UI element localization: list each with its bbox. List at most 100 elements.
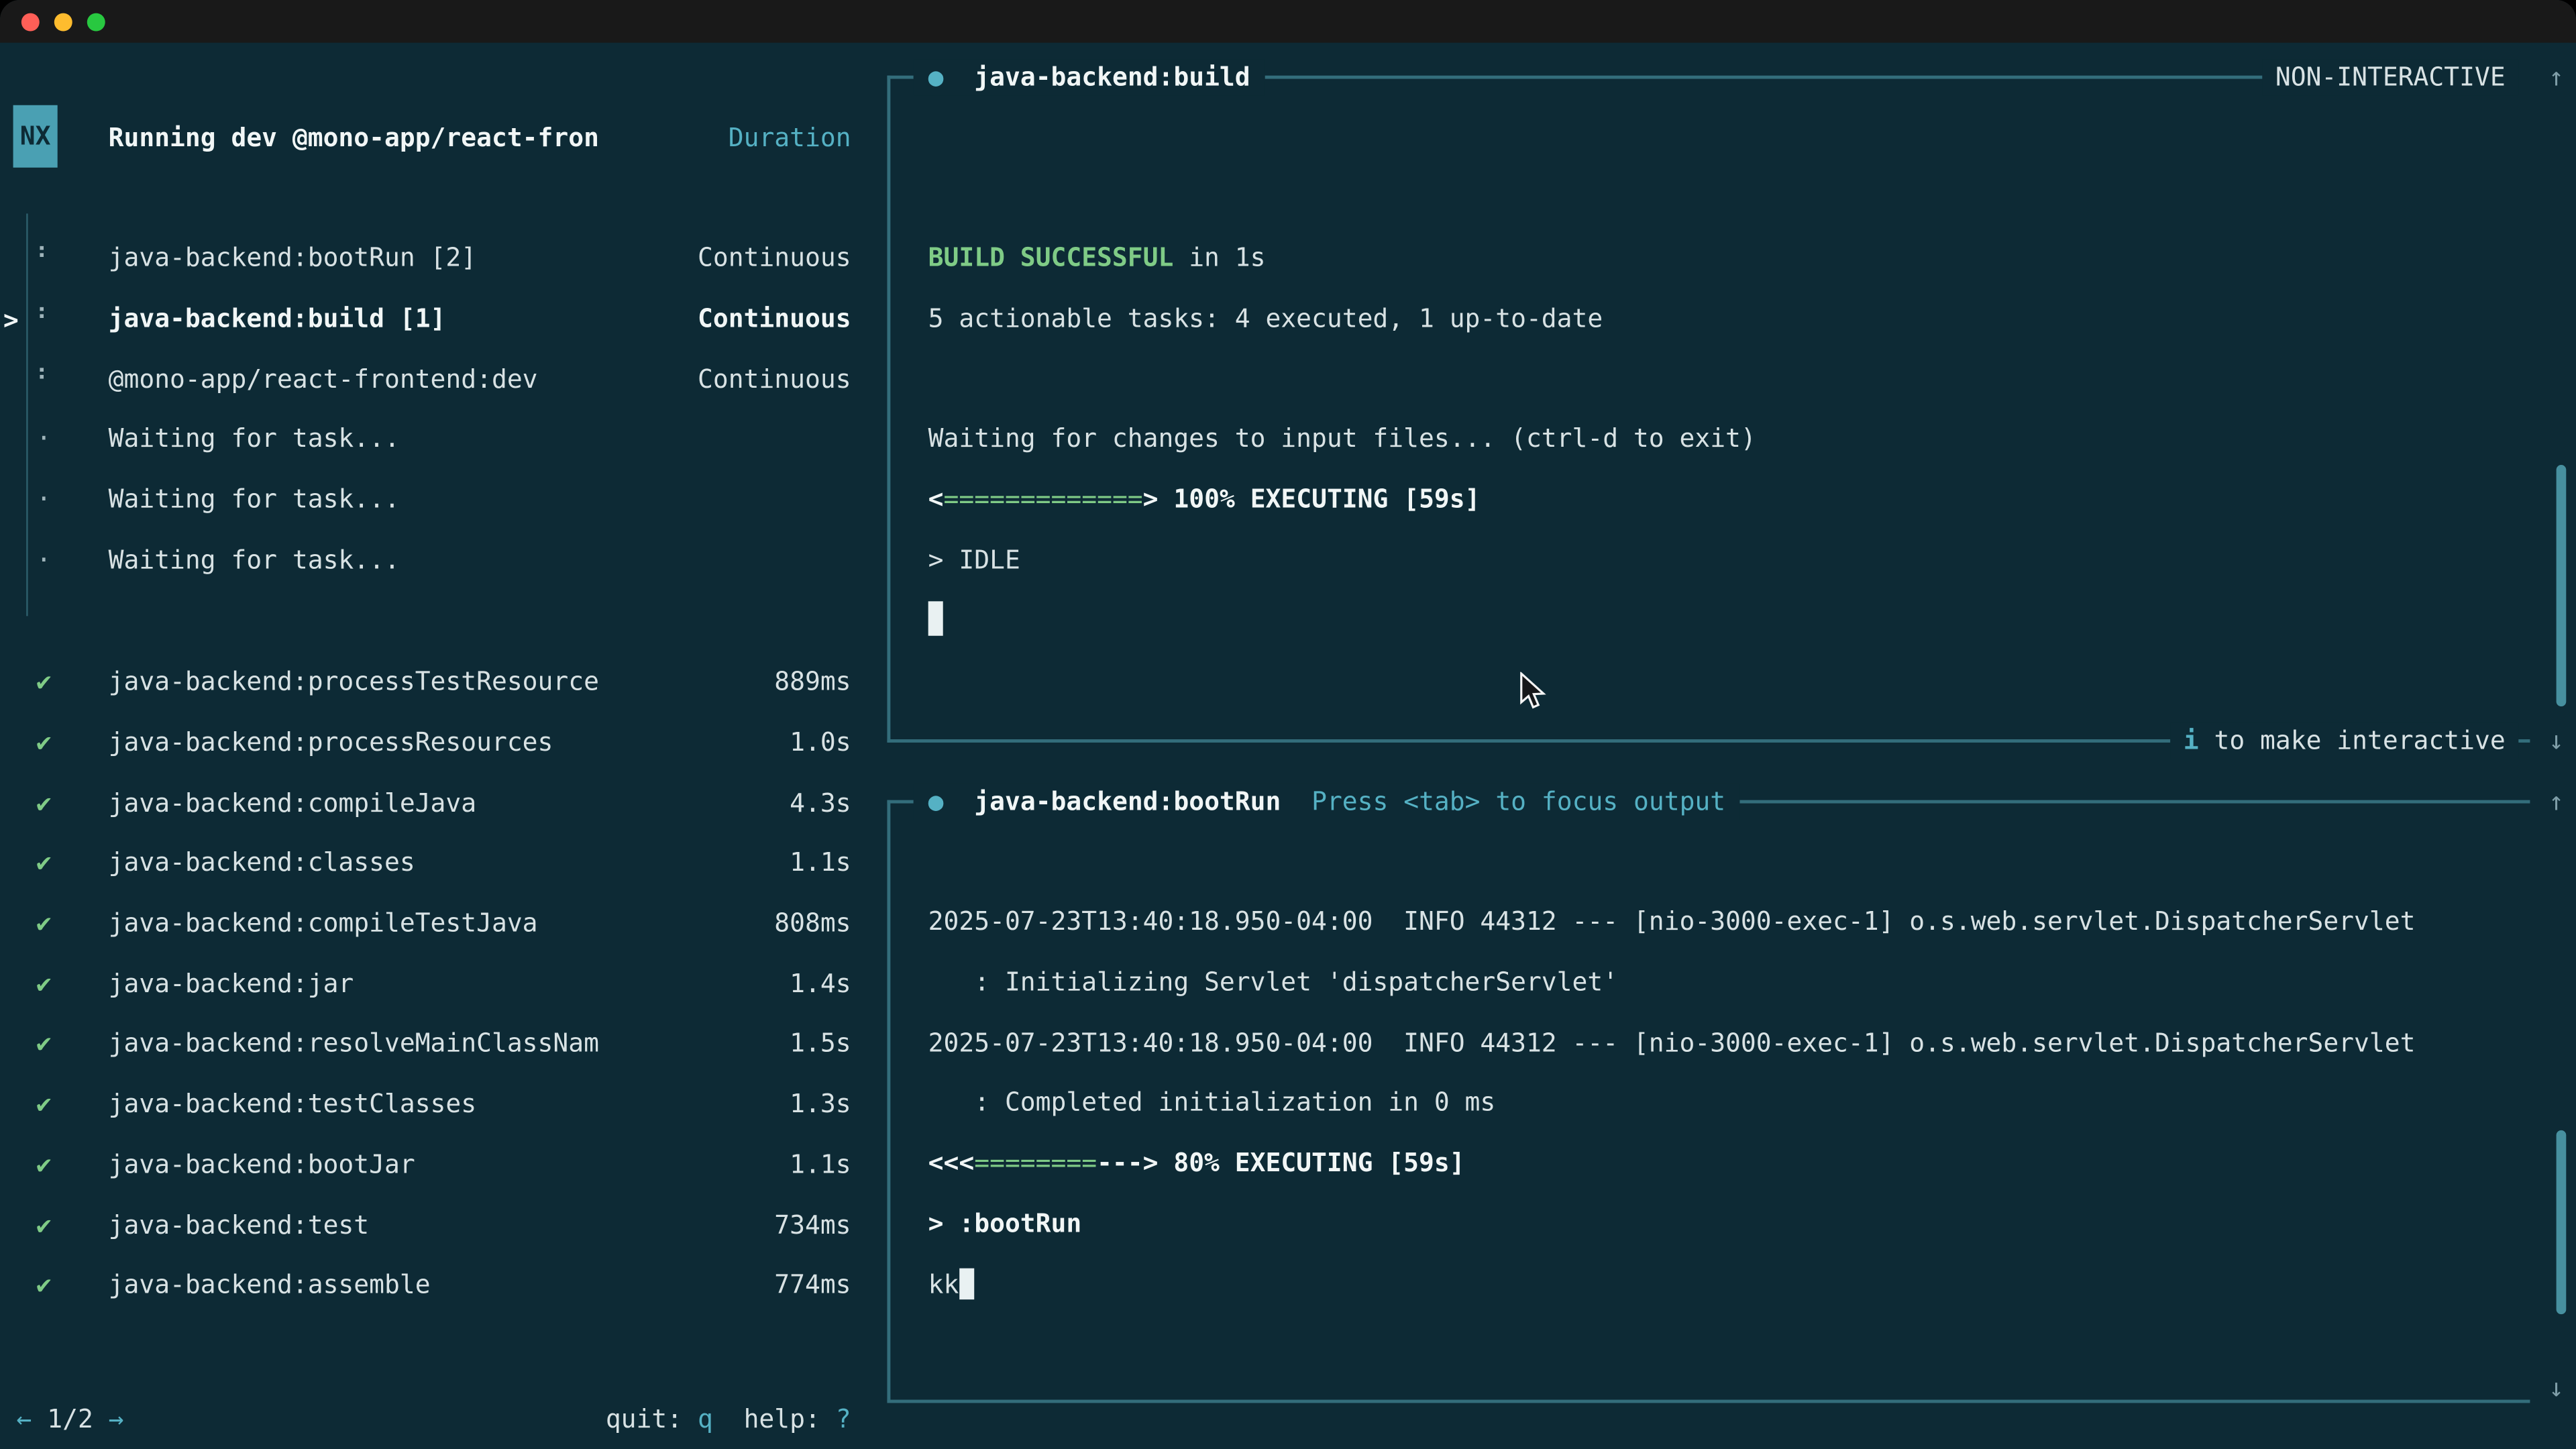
task-row[interactable]: · Waiting for task... (0, 409, 871, 470)
task-row[interactable]: ✔ java-backend:bootJar 1.1s (0, 1134, 871, 1195)
quit-key: q (698, 1405, 713, 1434)
task-label: java-backend:jar (109, 969, 354, 998)
help-label: help: (713, 1405, 836, 1434)
keyboard-hints: quit: q help: ? (606, 1401, 851, 1438)
progress-open: < (928, 484, 944, 514)
build-waiting-line: Waiting for changes to input files... (c… (928, 422, 1756, 456)
task-label: java-backend:resolveMainClassNam (109, 1029, 599, 1059)
task-label: java-backend:classes (109, 849, 415, 878)
build-idle-line: > IDLE (928, 544, 1020, 578)
task-row[interactable]: ⠃ java-backend:bootRun [2] Continuous (0, 228, 871, 288)
build-progress-line: <=============> 100% EXECUTING [59s] (928, 483, 1481, 517)
bootrun-input-line[interactable]: kk (928, 1269, 974, 1303)
task-label: java-backend:bootJar (109, 1150, 415, 1179)
spinner-icon: ⠃ (36, 364, 55, 394)
scroll-up-icon[interactable]: ↑ (2538, 784, 2575, 820)
task-label: java-backend:compileJava (109, 788, 476, 818)
task-row[interactable]: ✔ java-backend:classes 1.1s (0, 833, 871, 894)
typed-input: kk (928, 1270, 959, 1299)
bootrun-progress-line: <<<========---> 80% EXECUTING [59s] (928, 1146, 1465, 1181)
sidebar-footer: ← 1/2 → quit: q help: ? (0, 1401, 871, 1438)
check-icon: ✔ (36, 849, 52, 878)
progress-open: <<< (928, 1148, 975, 1178)
pagination: ← 1/2 → (16, 1401, 123, 1438)
build-panel-border-left (887, 76, 890, 743)
bootrun-panel-border-bottom (887, 1400, 2530, 1403)
task-row[interactable]: ✔ java-backend:resolveMainClassNam 1.5s (0, 1014, 871, 1074)
running-task-list: ⠃ java-backend:bootRun [2] Continuous ⠃ … (0, 228, 871, 590)
scroll-down-icon[interactable]: ↓ (2538, 1370, 2575, 1406)
check-icon: ✔ (36, 1210, 52, 1240)
check-icon: ✔ (36, 909, 52, 938)
task-label: @mono-app/react-frontend:dev (109, 364, 538, 394)
bootrun-panel-title-text: java-backend:bootRun (974, 787, 1281, 816)
progress-tail: ---> (1097, 1148, 1158, 1178)
page-number: 1/2 (47, 1405, 93, 1434)
quit-label: quit: (606, 1405, 698, 1434)
build-time-text: in 1s (1173, 243, 1265, 272)
run-command-title: Running dev @mono-app/react-fron (109, 120, 599, 156)
task-row[interactable]: ✔ java-backend:test 734ms (0, 1195, 871, 1255)
task-duration: 808ms (774, 909, 851, 938)
bootrun-panel-title[interactable]: ● java-backend:bootRun Press <tab> to fo… (914, 784, 1741, 820)
check-icon: ✔ (36, 728, 52, 757)
spinner-icon: ⠃ (36, 244, 55, 273)
interactive-hint-text: to make interactive (2199, 726, 2506, 755)
build-panel-scrollbar[interactable] (2557, 465, 2565, 706)
dot-icon: · (36, 485, 52, 515)
task-row-selected[interactable]: ⠃ java-backend:build [1] Continuous (0, 288, 871, 349)
task-row[interactable]: ✔ java-backend:jar 1.4s (0, 953, 871, 1014)
task-row[interactable]: · Waiting for task... (0, 470, 871, 530)
task-row[interactable]: · Waiting for task... (0, 530, 871, 590)
progress-close: > (1143, 484, 1159, 514)
bootrun-panel-scrollbar[interactable] (2557, 1130, 2565, 1314)
task-row[interactable]: ✔ java-backend:compileJava 4.3s (0, 773, 871, 833)
task-label: java-backend:processResources (109, 728, 553, 757)
scroll-up-icon[interactable]: ↑ (2538, 59, 2575, 95)
task-duration: 1.3s (790, 1089, 851, 1119)
task-row[interactable]: ⠃ @mono-app/react-frontend:dev Continuou… (0, 349, 871, 409)
nx-terminal-window: NX Running dev @mono-app/react-fron Dura… (0, 0, 2576, 1449)
completed-task-list: ✔ java-backend:processTestResource 889ms… (0, 652, 871, 1315)
task-label: java-backend:testClasses (109, 1089, 476, 1119)
progress-bar: ======== (974, 1148, 1097, 1178)
sidebar-header: Running dev @mono-app/react-fron Duratio… (0, 120, 871, 156)
next-page-arrow-icon[interactable]: → (109, 1405, 124, 1434)
interactive-hint: i to make interactive (2170, 723, 2518, 759)
task-row[interactable]: ✔ java-backend:testClasses 1.3s (0, 1074, 871, 1134)
noninteractive-badge: NON-INTERACTIVE (2262, 59, 2518, 95)
zoom-button[interactable] (87, 12, 105, 30)
task-duration: 734ms (774, 1210, 851, 1240)
duration-column-header: Duration (729, 120, 851, 156)
close-button[interactable] (21, 12, 40, 30)
check-icon: ✔ (36, 1150, 52, 1179)
task-row[interactable]: ✔ java-backend:processTestResource 889ms (0, 652, 871, 712)
interactive-hint-key: i (2184, 726, 2199, 755)
task-label: Waiting for task... (109, 485, 400, 515)
task-label: java-backend:assemble (109, 1271, 431, 1300)
progress-status: 100% EXECUTING [59s] (1159, 484, 1481, 514)
title-gap (1281, 787, 1311, 816)
prev-page-arrow-icon[interactable]: ← (16, 1405, 32, 1434)
minimize-button[interactable] (54, 12, 72, 30)
title-gap (944, 62, 975, 92)
focus-output-hint: Press <tab> to focus output (1311, 787, 1725, 816)
dot-icon: · (36, 425, 52, 454)
check-icon: ✔ (36, 788, 52, 818)
check-icon: ✔ (36, 1089, 52, 1119)
help-key: ? (836, 1405, 851, 1434)
task-row[interactable]: ✔ java-backend:assemble 774ms (0, 1255, 871, 1316)
bootrun-panel-border-left (887, 800, 890, 1401)
build-panel-title[interactable]: ● java-backend:build (914, 59, 1265, 95)
scroll-down-icon[interactable]: ↓ (2538, 723, 2575, 759)
task-duration: 889ms (774, 667, 851, 697)
task-duration: Continuous (698, 304, 851, 333)
task-duration: 774ms (774, 1271, 851, 1300)
panel-bullet-icon: ● (928, 62, 944, 92)
task-row[interactable]: ✔ java-backend:compileTestJava 808ms (0, 894, 871, 954)
task-duration: 4.3s (790, 788, 851, 818)
task-duration: 1.1s (790, 1150, 851, 1179)
spinner-icon: ⠃ (36, 304, 55, 333)
task-row[interactable]: ✔ java-backend:processResources 1.0s (0, 712, 871, 773)
title-gap (944, 787, 975, 816)
